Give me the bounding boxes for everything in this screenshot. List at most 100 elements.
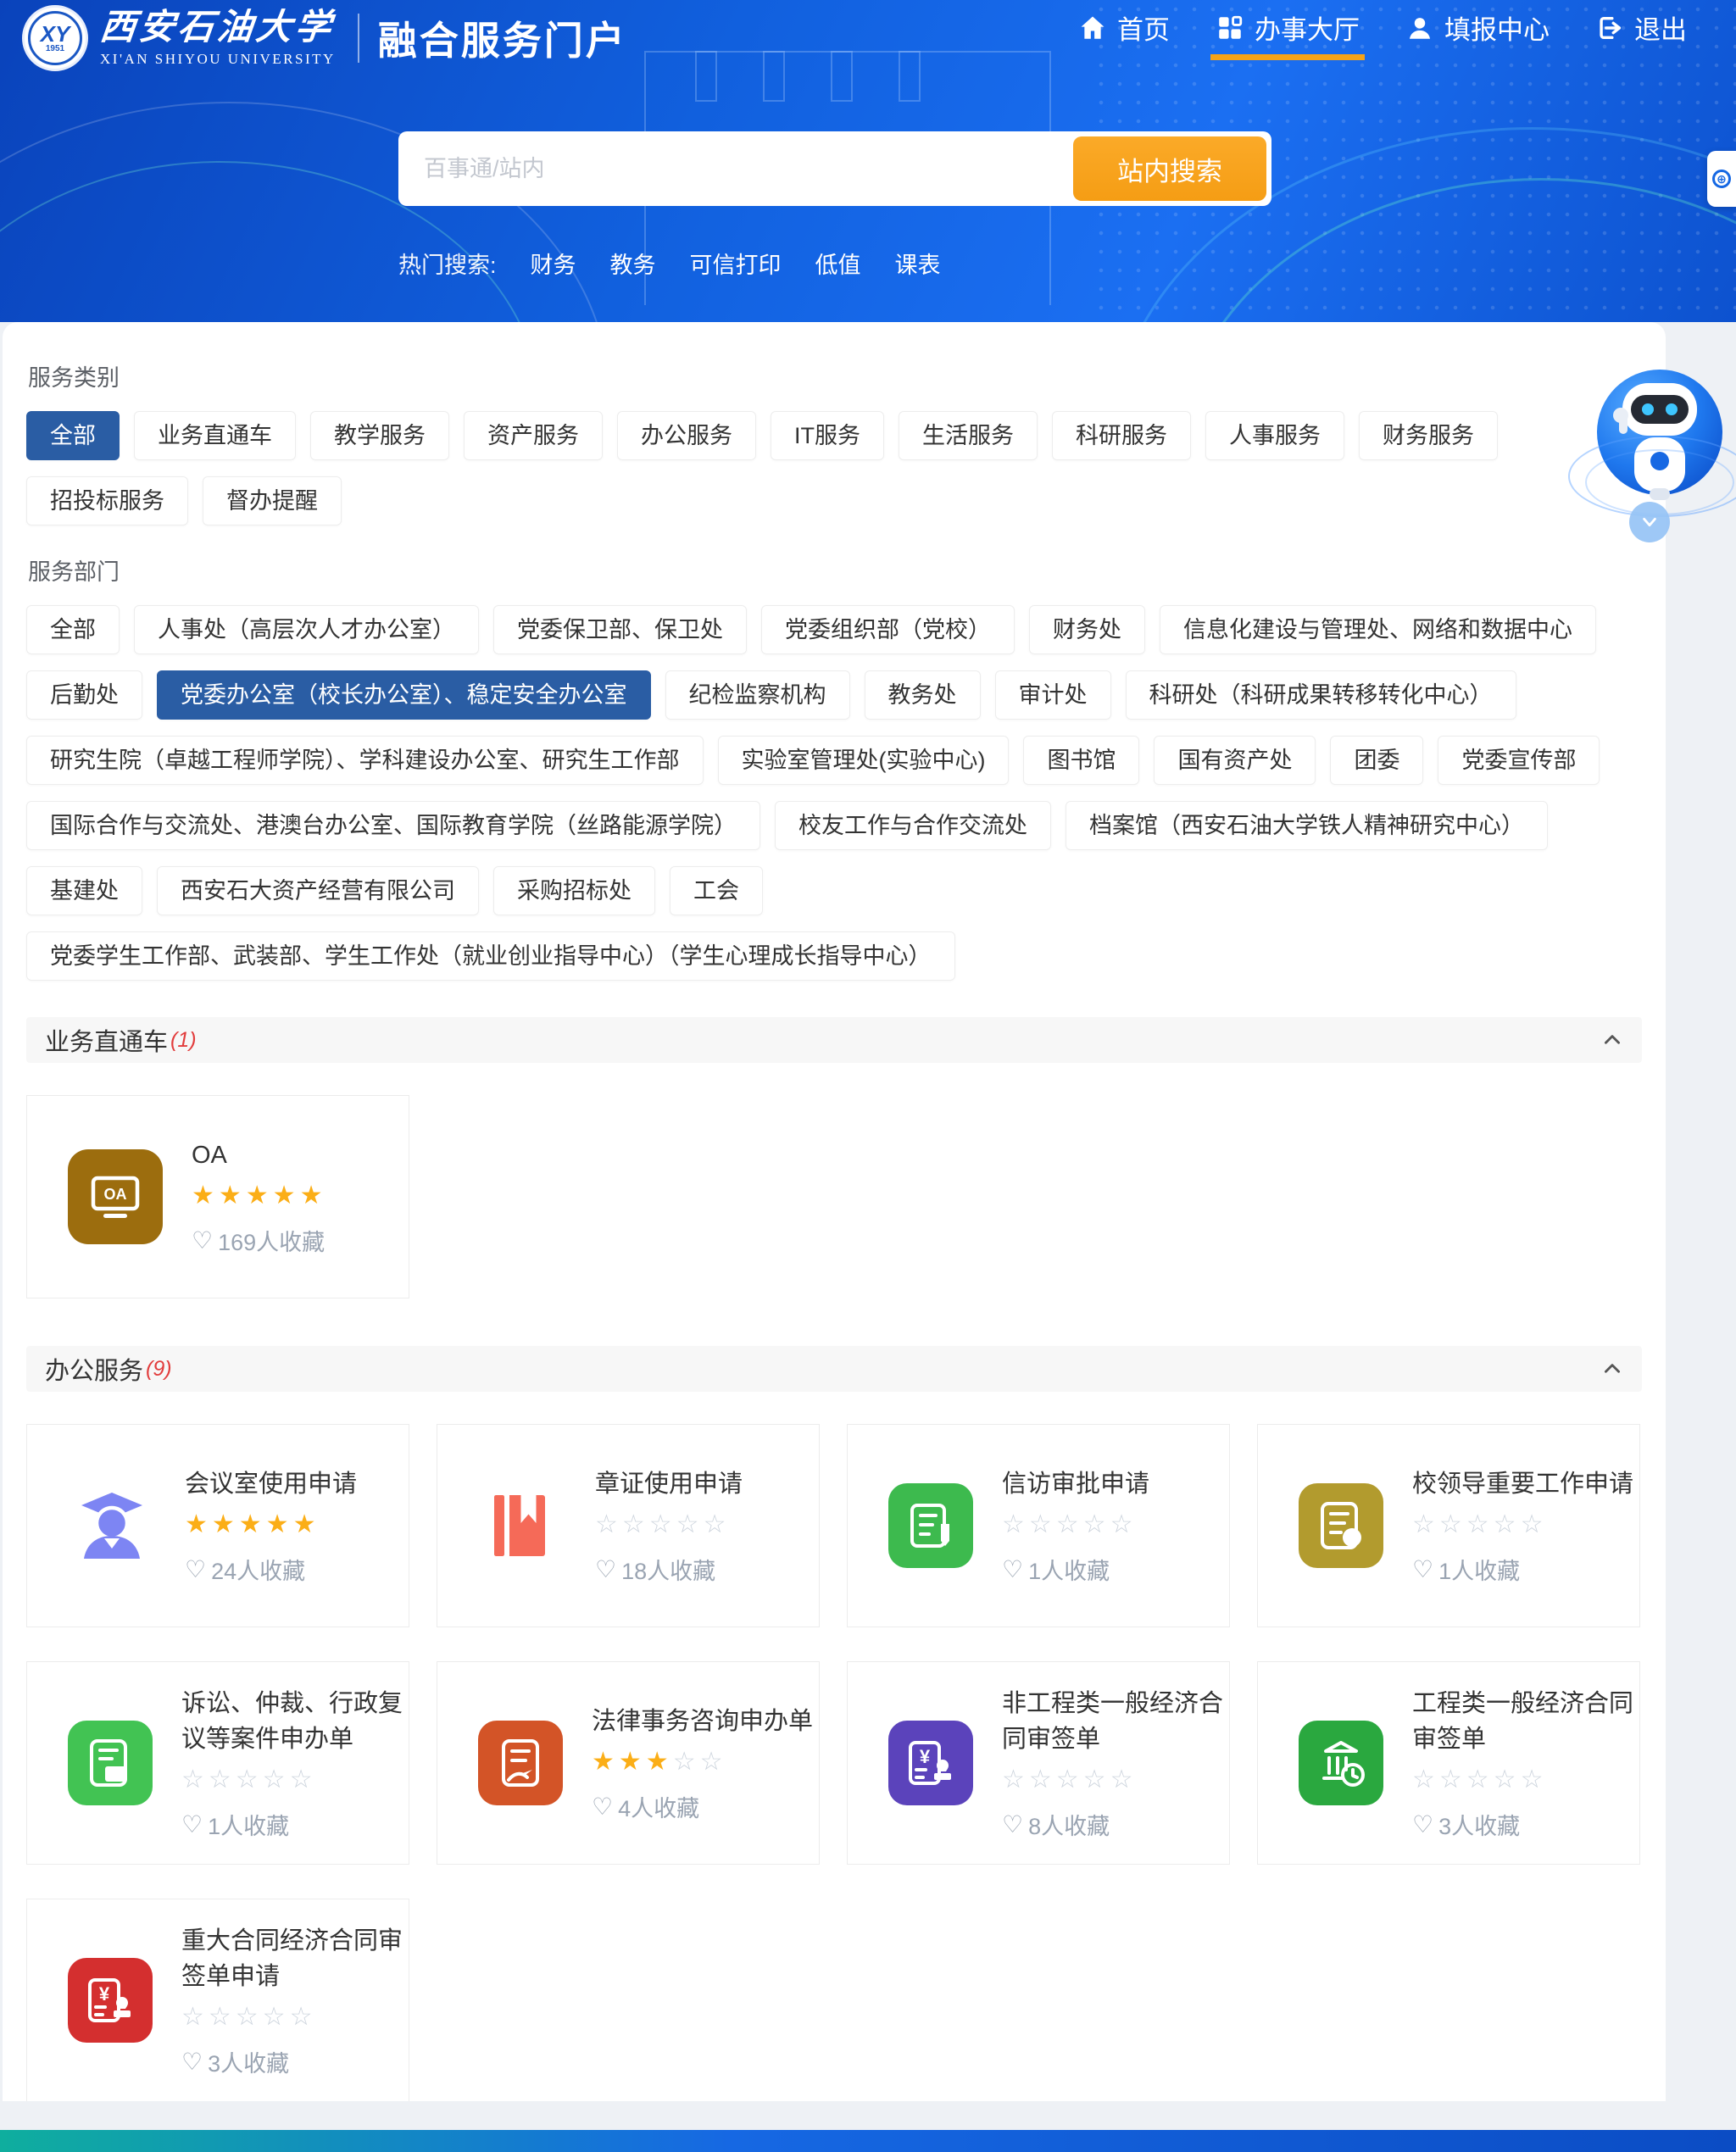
department-chip[interactable]: 国有资产处 [1154,736,1316,785]
collapse-chevron-up-icon[interactable] [1601,1358,1623,1380]
logout-icon [1595,14,1624,42]
service-card[interactable]: 诉讼、仲裁、行政复议等案件申办单☆☆☆☆☆♡1人收藏 [26,1661,409,1865]
department-chip[interactable]: 全部 [26,605,120,654]
accessibility-widget[interactable]: ⊕ [1707,151,1736,207]
service-name: 重大合同经济合同审签单申请 [181,1923,409,1994]
favorites-count: ♡3人收藏 [1412,1808,1639,1841]
service-card[interactable]: 信访审批申请☆☆☆☆☆♡1人收藏 [847,1424,1230,1627]
section-title: 业务直通车 [45,1022,168,1058]
collapse-chevron-up-icon[interactable] [1601,1029,1623,1051]
nav-item-首页[interactable]: 首页 [1078,8,1170,60]
nav-item-办事大厅[interactable]: 办事大厅 [1216,8,1360,60]
department-chip[interactable]: 团委 [1330,736,1423,785]
department-chip[interactable]: 研究生院（卓越工程师学院）、学科建设办公室、研究生工作部 [26,736,704,785]
category-chip[interactable]: 资产服务 [464,411,603,460]
department-chip[interactable]: 校友工作与合作交流处 [775,801,1051,850]
department-chip[interactable]: 教务处 [865,670,981,720]
department-chip[interactable]: 国际合作与交流处、港澳台办公室、国际教育学院（丝路能源学院） [26,801,760,850]
header-banner: XY 1951 西安石油大学 XI'AN SHIYOU UNIVERSITY 融… [0,0,1736,322]
department-chip[interactable]: 审计处 [995,670,1111,720]
nav-item-填报中心[interactable]: 填报中心 [1405,8,1550,60]
department-chip[interactable]: 财务处 [1029,605,1145,654]
accessibility-icon: ⊕ [1712,170,1731,188]
monitor-oa-icon: OA [68,1149,163,1244]
category-chip[interactable]: 招投标服务 [26,476,188,525]
logo-year: 1951 [46,45,64,53]
star-rating: ☆☆☆☆☆ [181,1766,409,1794]
category-chip[interactable]: 业务直通车 [134,411,296,460]
category-chip[interactable]: 科研服务 [1052,411,1191,460]
department-chip[interactable]: 工会 [670,866,763,915]
hot-search-item[interactable]: 财务 [531,247,576,280]
home-icon [1078,14,1107,42]
department-chip[interactable]: 图书馆 [1023,736,1139,785]
department-chip[interactable]: 党委组织部（党校） [761,605,1015,654]
favorites-count: ♡24人收藏 [185,1553,357,1586]
service-card[interactable]: 工程类一般经济合同审签单☆☆☆☆☆♡3人收藏 [1257,1661,1640,1865]
department-chip[interactable]: 党委办公室（校长办公室）、稳定安全办公室 [157,670,651,720]
service-sections: 业务直通车(1)OAOA★★★★★♡169人收藏办公服务(9)会议室使用申请★★… [26,1017,1642,2101]
service-name: OA [192,1137,326,1173]
favorites-count: ♡4人收藏 [592,1790,813,1823]
brand-block: XY 1951 西安石油大学 XI'AN SHIYOU UNIVERSITY 融… [22,5,627,71]
department-chip[interactable]: 基建处 [26,866,142,915]
nav-label: 首页 [1117,8,1170,47]
star-rating: ☆☆☆☆☆ [595,1510,743,1539]
service-name: 法律事务咨询申办单 [592,1704,813,1739]
department-chip[interactable]: 信息化建设与管理处、网络和数据中心 [1160,605,1596,654]
star-rating: ★★★☆☆ [592,1748,813,1777]
department-chip[interactable]: 党委宣传部 [1438,736,1600,785]
category-chip[interactable]: 办公服务 [617,411,756,460]
service-card[interactable]: 会议室使用申请★★★★★♡24人收藏 [26,1424,409,1627]
hot-search-item[interactable]: 低值 [815,247,861,280]
service-card[interactable]: 法律事务咨询申办单 ★★★☆☆ ♡4人收藏 [437,1661,820,1865]
category-chip[interactable]: IT服务 [771,411,884,460]
star-rating: ☆☆☆☆☆ [1412,1766,1639,1794]
svg-text:OA: OA [104,1186,127,1203]
search-bar: 站内搜索 [398,131,1271,206]
hot-search-item[interactable]: 课表 [895,247,941,280]
nav-item-退出[interactable]: 退出 [1595,8,1687,60]
category-chip[interactable]: 督办提醒 [203,476,342,525]
hot-search-item[interactable]: 教务 [610,247,656,280]
heart-icon: ♡ [181,1810,203,1838]
search-button[interactable]: 站内搜索 [1073,136,1266,201]
star-rating: ☆☆☆☆☆ [1002,1766,1229,1794]
department-chip[interactable]: 西安石大资产经营有限公司 [157,866,479,915]
section-count: (1) [170,1028,197,1053]
doc-hand-icon [478,1721,563,1805]
service-card-grid: OAOA★★★★★♡169人收藏 [26,1095,1642,1298]
department-chip[interactable]: 档案馆（西安石油大学铁人精神研究中心） [1066,801,1548,850]
department-chip[interactable]: 后勤处 [26,670,142,720]
section-title: 办公服务 [45,1351,143,1387]
assistant-collapse-button[interactable] [1629,502,1670,542]
category-group-label: 服务类别 [28,359,1642,392]
service-card[interactable]: 补校领导重要工作申请☆☆☆☆☆♡1人收藏 [1257,1424,1640,1627]
category-chip[interactable]: 生活服务 [899,411,1038,460]
department-chip[interactable]: 纪检监察机构 [665,670,850,720]
service-card[interactable]: 章证使用申请☆☆☆☆☆♡18人收藏 [437,1424,820,1627]
bank-clock-icon [1299,1721,1383,1805]
hot-search-item[interactable]: 可信打印 [690,247,782,280]
service-card[interactable]: OAOA★★★★★♡169人收藏 [26,1095,409,1298]
department-chip[interactable]: 采购招标处 [493,866,655,915]
service-card[interactable]: ¥非工程类一般经济合同审签单☆☆☆☆☆♡8人收藏 [847,1661,1230,1865]
category-chip-group: 全部业务直通车教学服务资产服务办公服务 IT服务生活服务科研服务人事服务财务服务招… [26,411,1642,542]
favorites-count: ♡169人收藏 [192,1224,326,1257]
category-chip[interactable]: 教学服务 [310,411,449,460]
department-chip[interactable]: 人事处（高层次人才办公室） [134,605,479,654]
category-chip[interactable]: 人事服务 [1205,411,1344,460]
department-chip[interactable]: 党委学生工作部、武装部、学生工作处（就业创业指导中心）（学生心理成长指导中心） [26,931,955,981]
category-chip[interactable]: 财务服务 [1359,411,1498,460]
department-chip[interactable]: 党委保卫部、保卫处 [493,605,747,654]
service-name: 会议室使用申请 [185,1466,357,1502]
service-name: 信访审批申请 [1002,1466,1149,1502]
department-chip[interactable]: 实验室管理处(实验中心) [718,736,1010,785]
heart-icon: ♡ [595,1555,616,1583]
category-chip[interactable]: 全部 [26,411,120,460]
department-chip[interactable]: 科研处（科研成果转移转化中心） [1126,670,1516,720]
portal-title: 融合服务门户 [378,10,627,66]
favorites-count: ♡1人收藏 [181,1808,409,1841]
service-name: 非工程类一般经济合同审签单 [1002,1686,1229,1757]
service-card[interactable]: ¥重大合同经济合同审签单申请☆☆☆☆☆♡3人收藏 [26,1899,409,2101]
